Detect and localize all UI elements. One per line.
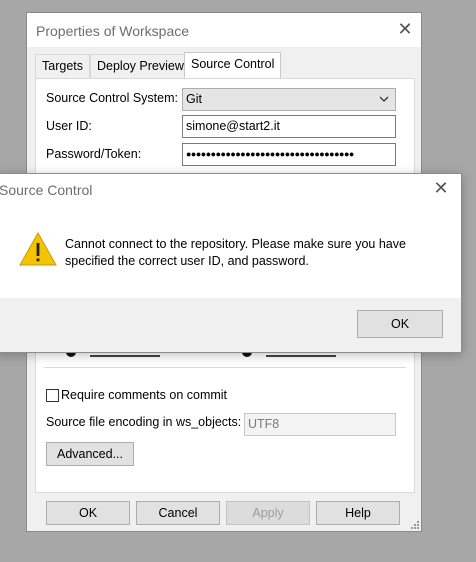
require-comments-checkbox[interactable]: [46, 389, 59, 402]
tab-targets[interactable]: Targets: [35, 54, 90, 78]
radio-label-partial-2: [266, 355, 336, 357]
close-icon[interactable]: ✕: [395, 19, 415, 39]
user-id-input[interactable]: simone@start2.it: [182, 115, 396, 138]
require-comments-label[interactable]: Require comments on commit: [61, 388, 227, 402]
user-id-label: User ID:: [46, 119, 92, 133]
resize-grip-icon[interactable]: [409, 519, 419, 529]
cancel-button[interactable]: Cancel: [136, 501, 220, 525]
dialog-message: Cannot connect to the repository. Please…: [65, 237, 406, 268]
ok-button[interactable]: OK: [46, 501, 130, 525]
warning-icon: [19, 232, 57, 266]
divider: [44, 367, 406, 368]
dialog-content-area: Source Control ✕ Cannot connect to the r…: [0, 174, 461, 298]
error-dialog: Source Control ✕ Cannot connect to the r…: [0, 173, 462, 353]
source-control-system-value: Git: [186, 92, 202, 106]
radio-label-partial: [90, 355, 160, 357]
advanced-button[interactable]: Advanced...: [46, 442, 134, 466]
title-bar: Properties of Workspace ✕: [27, 13, 421, 47]
dialog-title: Source Control: [0, 182, 93, 198]
tab-source-control[interactable]: Source Control: [184, 52, 282, 79]
encoding-input: UTF8: [244, 413, 396, 436]
apply-button: Apply: [226, 501, 310, 525]
window-title: Properties of Workspace: [36, 23, 190, 39]
help-button[interactable]: Help: [316, 501, 400, 525]
encoding-label: Source file encoding in ws_objects:: [46, 415, 242, 429]
close-icon[interactable]: ✕: [431, 178, 451, 198]
chevron-down-icon: [379, 96, 389, 102]
password-input[interactable]: ●●●●●●●●●●●●●●●●●●●●●●●●●●●●●●●●●●: [182, 143, 396, 166]
dialog-ok-button[interactable]: OK: [357, 310, 443, 338]
password-label: Password/Token:: [46, 147, 142, 161]
source-control-system-label: Source Control System:: [46, 91, 178, 105]
tab-deploy-preview[interactable]: Deploy Preview: [90, 54, 191, 78]
source-control-system-select[interactable]: Git: [182, 88, 396, 111]
